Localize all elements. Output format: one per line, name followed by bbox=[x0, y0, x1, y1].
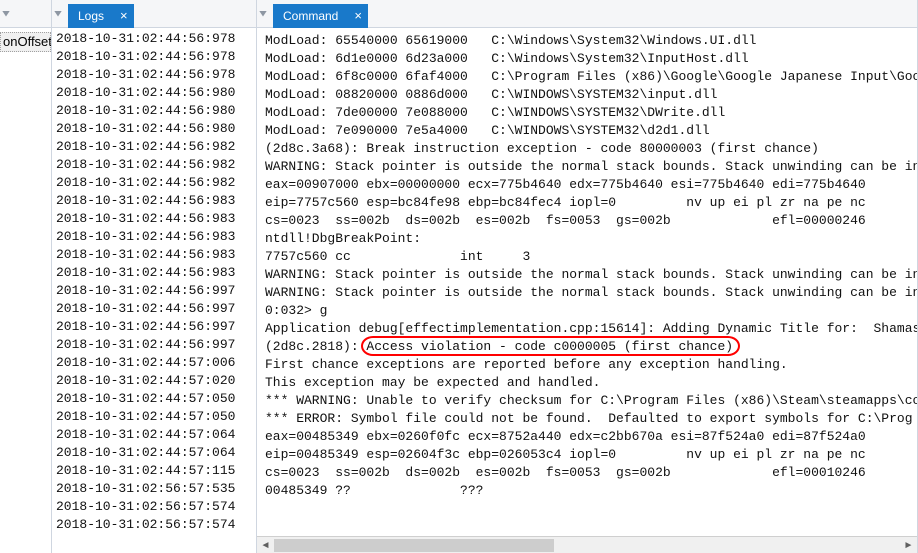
log-line: 2018-10-31:02:44:56:997 bbox=[56, 336, 256, 354]
scroll-thumb[interactable] bbox=[274, 539, 554, 552]
logs-content[interactable]: 2018-10-31:02:44:56:9782018-10-31:02:44:… bbox=[52, 28, 256, 553]
scroll-track[interactable] bbox=[274, 537, 900, 553]
command-line: eax=00485349 ebx=0260f0fc ecx=8752a440 e… bbox=[265, 428, 917, 446]
command-line: cs=0023 ss=002b ds=002b es=002b fs=0053 … bbox=[265, 212, 917, 230]
log-line: 2018-10-31:02:56:57:535 bbox=[56, 480, 256, 498]
log-line: 2018-10-31:02:44:56:978 bbox=[56, 30, 256, 48]
command-line: ModLoad: 6f8c0000 6faf4000 C:\Program Fi… bbox=[265, 68, 917, 86]
app-root: onOffset Logs × 2018-10-31:02:44:56:9782… bbox=[0, 0, 918, 553]
tab-logs[interactable]: Logs × bbox=[68, 4, 134, 28]
tab-label: Command bbox=[283, 9, 338, 23]
tab-command[interactable]: Command × bbox=[273, 4, 368, 28]
command-line: WARNING: Stack pointer is outside the no… bbox=[265, 266, 917, 284]
left-content: onOffset bbox=[0, 28, 51, 553]
drag-handle-icon[interactable] bbox=[259, 5, 269, 23]
log-line: 2018-10-31:02:44:56:997 bbox=[56, 282, 256, 300]
command-line: ModLoad: 08820000 0886d000 C:\WINDOWS\SY… bbox=[265, 86, 917, 104]
command-line: (2d8c.2818): Access violation - code c00… bbox=[265, 338, 917, 356]
log-line: 2018-10-31:02:44:57:050 bbox=[56, 390, 256, 408]
log-line: 2018-10-31:02:44:56:978 bbox=[56, 66, 256, 84]
log-line: 2018-10-31:02:44:56:982 bbox=[56, 138, 256, 156]
log-line: 2018-10-31:02:44:57:050 bbox=[56, 408, 256, 426]
logs-column: Logs × 2018-10-31:02:44:56:9782018-10-31… bbox=[52, 0, 257, 553]
log-line: 2018-10-31:02:44:57:020 bbox=[56, 372, 256, 390]
log-line: 2018-10-31:02:44:56:983 bbox=[56, 192, 256, 210]
left-tabbar bbox=[0, 0, 51, 28]
command-line: WARNING: Stack pointer is outside the no… bbox=[265, 158, 917, 176]
command-line: *** WARNING: Unable to verify checksum f… bbox=[265, 392, 917, 410]
close-icon[interactable]: × bbox=[354, 9, 362, 22]
command-line: ModLoad: 65540000 65619000 C:\Windows\Sy… bbox=[265, 32, 917, 50]
command-line: (2d8c.3a68): Break instruction exception… bbox=[265, 140, 917, 158]
log-line: 2018-10-31:02:44:56:997 bbox=[56, 318, 256, 336]
drag-handle-icon[interactable] bbox=[2, 5, 12, 23]
command-line: 0:032> g bbox=[265, 302, 917, 320]
log-line: 2018-10-31:02:56:57:574 bbox=[56, 498, 256, 516]
command-line: ModLoad: 7de00000 7e088000 C:\WINDOWS\SY… bbox=[265, 104, 917, 122]
command-line: ntdll!DbgBreakPoint: bbox=[265, 230, 917, 248]
drag-handle-icon[interactable] bbox=[54, 5, 64, 23]
command-line: *** ERROR: Symbol file could not be foun… bbox=[265, 410, 917, 428]
log-line: 2018-10-31:02:44:56:997 bbox=[56, 300, 256, 318]
log-line: 2018-10-31:02:44:56:983 bbox=[56, 246, 256, 264]
command-column: Command × ModLoad: 65540000 65619000 C:\… bbox=[257, 0, 918, 553]
command-line: This exception may be expected and handl… bbox=[265, 374, 917, 392]
log-line: 2018-10-31:02:44:56:980 bbox=[56, 84, 256, 102]
log-line: 2018-10-31:02:44:57:064 bbox=[56, 426, 256, 444]
command-line: ModLoad: 6d1e0000 6d23a000 C:\Windows\Sy… bbox=[265, 50, 917, 68]
logs-list: 2018-10-31:02:44:56:9782018-10-31:02:44:… bbox=[52, 28, 256, 534]
horizontal-scrollbar[interactable]: ◄ ► bbox=[257, 536, 917, 553]
command-tabbar: Command × bbox=[257, 0, 917, 28]
log-line: 2018-10-31:02:44:57:006 bbox=[56, 354, 256, 372]
log-line: 2018-10-31:02:44:56:983 bbox=[56, 228, 256, 246]
command-line: eip=00485349 esp=02604f3c ebp=026053c4 i… bbox=[265, 446, 917, 464]
log-line: 2018-10-31:02:44:57:115 bbox=[56, 462, 256, 480]
command-line: WARNING: Stack pointer is outside the no… bbox=[265, 284, 917, 302]
list-item[interactable]: onOffset bbox=[0, 32, 51, 52]
scroll-right-icon[interactable]: ► bbox=[900, 537, 917, 553]
left-column: onOffset bbox=[0, 0, 52, 553]
tab-label: Logs bbox=[78, 9, 104, 23]
log-line: 2018-10-31:02:44:57:064 bbox=[56, 444, 256, 462]
log-line: 2018-10-31:02:44:56:978 bbox=[56, 48, 256, 66]
command-line: cs=0023 ss=002b ds=002b es=002b fs=0053 … bbox=[265, 464, 917, 482]
log-line: 2018-10-31:02:44:56:982 bbox=[56, 156, 256, 174]
log-line: 2018-10-31:02:44:56:980 bbox=[56, 120, 256, 138]
log-line: 2018-10-31:02:56:57:574 bbox=[56, 516, 256, 534]
log-line: 2018-10-31:02:44:56:982 bbox=[56, 174, 256, 192]
command-content[interactable]: ModLoad: 65540000 65619000 C:\Windows\Sy… bbox=[257, 28, 917, 553]
scroll-left-icon[interactable]: ◄ bbox=[257, 537, 274, 553]
log-line: 2018-10-31:02:44:56:983 bbox=[56, 264, 256, 282]
logs-tabbar: Logs × bbox=[52, 0, 256, 28]
command-line: ModLoad: 7e090000 7e5a4000 C:\WINDOWS\SY… bbox=[265, 122, 917, 140]
command-line: 7757c560 cc int 3 bbox=[265, 248, 917, 266]
command-line: Application debug[effectimplementation.c… bbox=[265, 320, 917, 338]
left-list[interactable]: onOffset bbox=[0, 28, 51, 52]
command-line: First chance exceptions are reported bef… bbox=[265, 356, 917, 374]
command-line: 00485349 ?? ??? bbox=[265, 482, 917, 500]
command-line: eip=7757c560 esp=bc84fe98 ebp=bc84fec4 i… bbox=[265, 194, 917, 212]
log-line: 2018-10-31:02:44:56:983 bbox=[56, 210, 256, 228]
command-output: ModLoad: 65540000 65619000 C:\Windows\Sy… bbox=[257, 28, 917, 536]
close-icon[interactable]: × bbox=[120, 9, 128, 22]
command-line: eax=00907000 ebx=00000000 ecx=775b4640 e… bbox=[265, 176, 917, 194]
log-line: 2018-10-31:02:44:56:980 bbox=[56, 102, 256, 120]
